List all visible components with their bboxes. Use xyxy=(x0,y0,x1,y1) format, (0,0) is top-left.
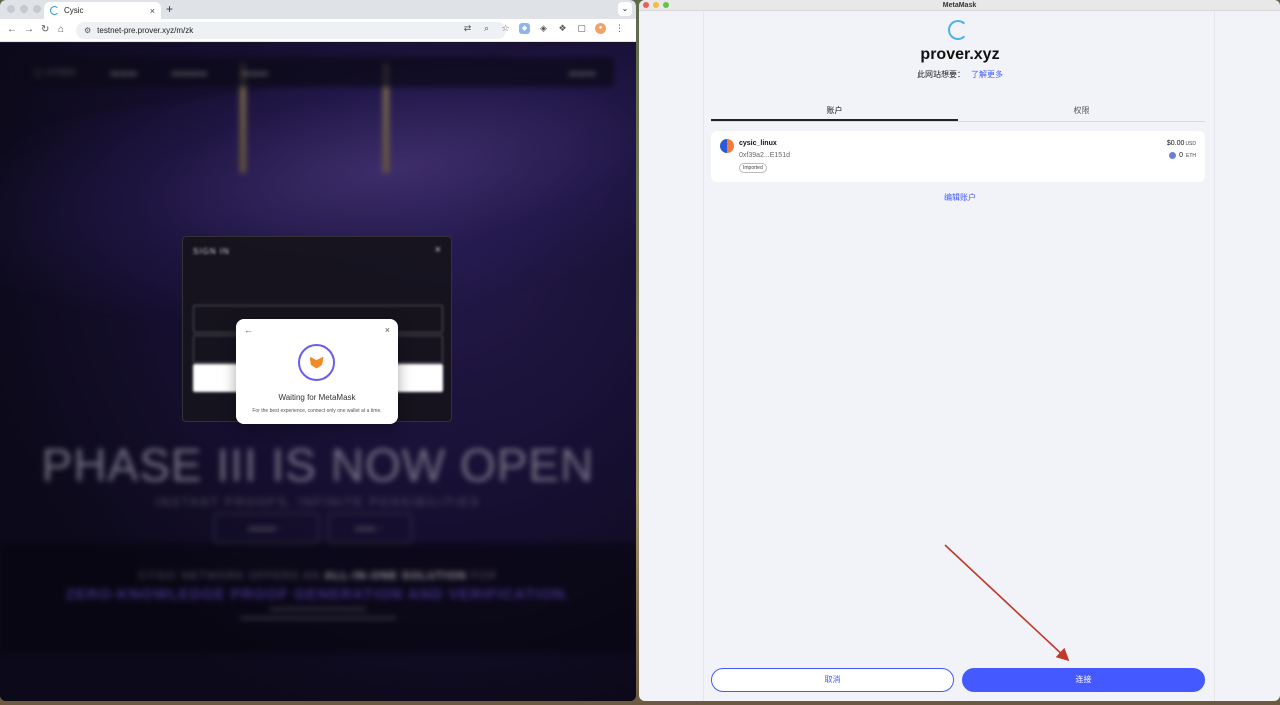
waiting-dialog: ← × Waiting for MetaMask For the best ex… xyxy=(236,319,398,424)
metamask-fox-icon xyxy=(309,356,324,369)
site-name: prover.xyz xyxy=(920,46,1000,63)
eth-icon xyxy=(1169,152,1177,159)
connect-button[interactable]: 连接 xyxy=(962,668,1205,692)
account-avatar xyxy=(720,139,734,153)
browser-window: Cysic × + ⌄ ← → ↻ ⌂ ⚙ testnet-pre.prover… xyxy=(0,0,636,701)
tab-search-button[interactable]: ⌄ xyxy=(618,2,632,16)
window-controls xyxy=(643,2,669,8)
browser-toolbar: ← → ↻ ⌂ ⚙ testnet-pre.prover.xyz/m/zk ⇄ … xyxy=(0,19,636,42)
metamask-spinner xyxy=(298,344,335,381)
cysic-favicon-icon xyxy=(50,6,59,15)
account-card[interactable]: cysic_linux 0xf39a2...E151d Imported $0.… xyxy=(711,131,1205,182)
metamask-connect-panel: prover.xyz 此网站想要： 了解更多 账户 权限 cysic_linux … xyxy=(703,12,1215,701)
back-arrow-icon[interactable]: ← xyxy=(244,325,253,335)
reload-button[interactable]: ↻ xyxy=(41,24,49,36)
account-name: cysic_linux xyxy=(739,140,777,147)
zoom-icon[interactable]: ⌕ xyxy=(481,23,492,34)
toolbar-icons: ⇄ ⌕ ☆ ◆ ◈ ❖ ▢ ● ⋮ xyxy=(462,23,625,34)
back-button[interactable]: ← xyxy=(7,24,17,36)
signin-title: SIGN IN xyxy=(193,247,230,256)
close-window-button[interactable] xyxy=(7,5,15,13)
minimize-window-button[interactable] xyxy=(20,5,28,13)
close-window-button[interactable] xyxy=(643,2,649,8)
site-request: 此网站想要： 了解更多 xyxy=(704,69,1216,80)
imported-badge: Imported xyxy=(739,163,767,173)
usd-value: $0.00 xyxy=(1166,140,1185,147)
minimize-window-button[interactable] xyxy=(653,2,659,8)
new-tab-button[interactable]: + xyxy=(166,2,173,16)
tab-permissions[interactable]: 权限 xyxy=(958,102,1205,121)
metamask-window-title: MetaMask xyxy=(942,2,977,9)
cancel-button[interactable]: 取消 xyxy=(711,668,954,692)
permission-tabs: 账户 权限 xyxy=(711,102,1205,122)
close-icon[interactable]: × xyxy=(385,325,390,335)
waiting-subtitle: For the best experience, connect only on… xyxy=(252,408,382,414)
close-tab-icon[interactable]: × xyxy=(150,6,155,16)
puzzle-icon[interactable]: ▢ xyxy=(576,23,587,34)
account-balance-usd: $0.00USD xyxy=(1167,140,1196,147)
site-info-icon[interactable]: ⚙ xyxy=(84,26,91,35)
account-balance-eth: 0 ETH xyxy=(1169,152,1196,159)
home-button[interactable]: ⌂ xyxy=(58,24,64,36)
edit-accounts-link[interactable]: 编辑账户 xyxy=(704,192,1216,203)
window-controls xyxy=(7,5,41,13)
learn-more-link[interactable]: 了解更多 xyxy=(971,70,1003,79)
extension-icon[interactable]: ◆ xyxy=(519,23,530,34)
address-url: testnet-pre.prover.xyz/m/zk xyxy=(97,26,194,35)
account-address: 0xf39a2...E151d xyxy=(739,152,790,159)
zoom-window-button[interactable] xyxy=(663,2,669,8)
eth-value: 0 xyxy=(1179,152,1183,159)
request-text: 此网站想要： xyxy=(917,70,965,79)
tab-strip: Cysic × + ⌄ xyxy=(0,0,636,19)
usd-unit: USD xyxy=(1185,141,1196,147)
signin-close-icon[interactable]: × xyxy=(435,244,441,256)
bookmark-star-icon[interactable]: ☆ xyxy=(500,23,511,34)
waiting-title: Waiting for MetaMask xyxy=(278,393,356,402)
extension-icon[interactable]: ❖ xyxy=(557,23,568,34)
zoom-window-button[interactable] xyxy=(33,5,41,13)
address-bar[interactable]: ⚙ testnet-pre.prover.xyz/m/zk xyxy=(76,22,506,39)
prover-site-logo-icon xyxy=(948,20,968,40)
eth-unit: ETH xyxy=(1186,152,1196,159)
profile-avatar[interactable]: ● xyxy=(595,23,606,34)
translate-icon[interactable]: ⇄ xyxy=(462,23,473,34)
tab-accounts[interactable]: 账户 xyxy=(711,102,958,121)
extension-badge-icon[interactable]: ◈ xyxy=(538,23,549,34)
forward-button[interactable]: → xyxy=(24,24,34,36)
more-icon[interactable]: ⋮ xyxy=(614,23,625,34)
metamask-window: MetaMask prover.xyz 此网站想要： 了解更多 账户 权限 cys… xyxy=(639,0,1280,701)
metamask-titlebar: MetaMask xyxy=(639,0,1280,11)
tab-title: Cysic xyxy=(64,6,84,15)
browser-tab-cysic[interactable]: Cysic × xyxy=(44,2,161,19)
